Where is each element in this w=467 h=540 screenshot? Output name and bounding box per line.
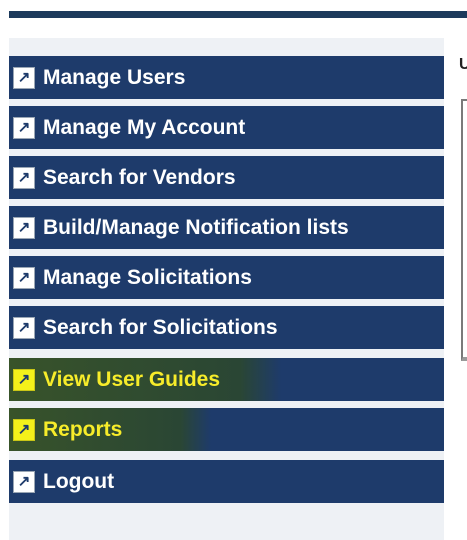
nav-item-label: Search for Solicitations — [43, 315, 278, 339]
external-link-arrow-icon: ↗ — [13, 116, 35, 139]
external-link-arrow-icon: ↗ — [13, 316, 35, 339]
nav-item-label: Reports — [43, 417, 123, 441]
nav-item-reports[interactable]: ↗ Reports — [9, 408, 444, 451]
nav-item-logout[interactable]: ↗ Logout — [9, 460, 444, 503]
external-link-arrow-icon: ↗ — [13, 368, 35, 391]
main-content-panel — [461, 99, 467, 361]
nav-item-manage-users[interactable]: ↗ Manage Users — [9, 56, 444, 99]
nav-item-label: Manage Users — [43, 65, 186, 89]
nav-item-label: Build/Manage Notification lists — [43, 215, 349, 239]
nav-item-notification-lists[interactable]: ↗ Build/Manage Notification lists — [9, 206, 444, 249]
external-link-arrow-icon: ↗ — [13, 216, 35, 239]
nav-item-search-vendors[interactable]: ↗ Search for Vendors — [9, 156, 444, 199]
nav-item-manage-my-account[interactable]: ↗ Manage My Account — [9, 106, 444, 149]
nav-item-label: Manage My Account — [43, 115, 246, 139]
external-link-arrow-icon: ↗ — [13, 266, 35, 289]
header-bar — [9, 11, 467, 18]
nav-item-label: Logout — [43, 469, 115, 493]
external-link-arrow-icon: ↗ — [13, 418, 35, 441]
external-link-arrow-icon: ↗ — [13, 470, 35, 493]
external-link-arrow-icon: ↗ — [13, 166, 35, 189]
nav-item-label: Manage Solicitations — [43, 265, 252, 289]
nav-item-search-solicitations[interactable]: ↗ Search for Solicitations — [9, 306, 444, 349]
nav-item-label: View User Guides — [43, 367, 221, 391]
main-title-fragment: U — [459, 56, 467, 73]
nav-item-label: Search for Vendors — [43, 165, 236, 189]
external-link-arrow-icon: ↗ — [13, 66, 35, 89]
nav-item-manage-solicitations[interactable]: ↗ Manage Solicitations — [9, 256, 444, 299]
nav-item-view-user-guides[interactable]: ↗ View User Guides — [9, 358, 444, 401]
